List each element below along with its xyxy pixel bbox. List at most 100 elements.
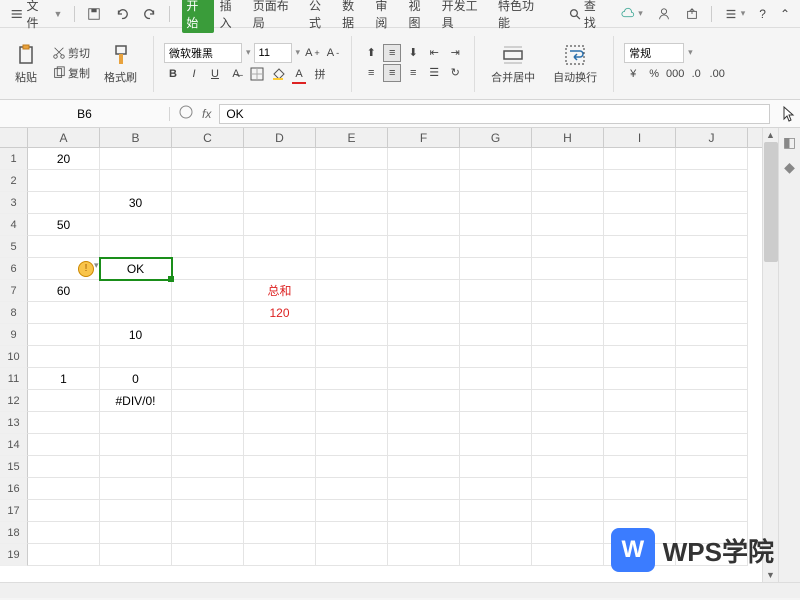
cell[interactable] <box>460 456 532 478</box>
cell[interactable] <box>172 434 244 456</box>
cell[interactable] <box>28 456 100 478</box>
row-header[interactable]: 15 <box>0 456 28 478</box>
cell[interactable] <box>316 324 388 346</box>
row-header[interactable]: 11 <box>0 368 28 390</box>
tab-view[interactable]: 视图 <box>404 0 435 33</box>
cell[interactable] <box>532 302 604 324</box>
tab-devtools[interactable]: 开发工具 <box>438 0 492 33</box>
error-dropdown-icon[interactable]: ▾ <box>94 260 99 271</box>
bold-button[interactable]: B <box>164 65 182 83</box>
cell[interactable] <box>316 170 388 192</box>
cell[interactable] <box>604 456 676 478</box>
increase-indent-button[interactable]: ⇥ <box>446 44 464 62</box>
cell[interactable] <box>604 346 676 368</box>
cell[interactable] <box>532 170 604 192</box>
tab-data[interactable]: 数据 <box>338 0 369 33</box>
tab-home[interactable]: 开始 <box>182 0 213 33</box>
cell[interactable] <box>244 544 316 566</box>
cell[interactable] <box>172 192 244 214</box>
cell[interactable] <box>388 170 460 192</box>
cell[interactable] <box>28 544 100 566</box>
cell[interactable] <box>316 412 388 434</box>
cell[interactable] <box>388 346 460 368</box>
copy-button[interactable]: 复制 <box>50 64 92 82</box>
cell[interactable] <box>532 522 604 544</box>
cell[interactable] <box>460 434 532 456</box>
user-button[interactable] <box>653 5 675 23</box>
cut-button[interactable]: 剪切 <box>50 44 92 62</box>
cell[interactable] <box>28 478 100 500</box>
cell[interactable]: 1 <box>28 368 100 390</box>
row-header[interactable]: 16 <box>0 478 28 500</box>
font-name-combo[interactable] <box>164 43 242 63</box>
cell[interactable]: 50 <box>28 214 100 236</box>
cell[interactable] <box>28 390 100 412</box>
share-button[interactable] <box>681 5 703 23</box>
cell[interactable] <box>460 346 532 368</box>
cell[interactable] <box>244 346 316 368</box>
cell[interactable] <box>244 258 316 280</box>
cell[interactable] <box>244 148 316 170</box>
cell[interactable] <box>28 192 100 214</box>
cell[interactable] <box>604 148 676 170</box>
cell[interactable] <box>604 258 676 280</box>
cell[interactable] <box>100 544 172 566</box>
cell[interactable] <box>316 500 388 522</box>
cell[interactable] <box>388 434 460 456</box>
formula-input[interactable] <box>219 104 770 124</box>
cell[interactable] <box>676 434 748 456</box>
cell[interactable] <box>460 170 532 192</box>
cell[interactable] <box>28 346 100 368</box>
format-painter-button[interactable]: 格式刷 <box>98 41 143 87</box>
side-panel-item[interactable]: ◧ <box>783 134 796 151</box>
cell[interactable] <box>28 412 100 434</box>
cell[interactable] <box>532 324 604 346</box>
cell[interactable] <box>676 324 748 346</box>
cell[interactable] <box>388 390 460 412</box>
insert-function-button[interactable] <box>178 104 194 123</box>
cell[interactable] <box>244 456 316 478</box>
cell[interactable] <box>676 368 748 390</box>
cell[interactable] <box>532 500 604 522</box>
cell[interactable] <box>604 236 676 258</box>
column-header[interactable]: D <box>244 128 316 147</box>
cell[interactable] <box>388 236 460 258</box>
row-header[interactable]: 1 <box>0 148 28 170</box>
decrease-decimal-button[interactable]: .00 <box>708 65 726 83</box>
cell[interactable] <box>604 434 676 456</box>
cell[interactable]: 30 <box>100 192 172 214</box>
cell[interactable] <box>316 522 388 544</box>
tab-insert[interactable]: 插入 <box>216 0 247 33</box>
select-all-corner[interactable] <box>0 128 28 147</box>
percent-button[interactable]: % <box>645 65 663 83</box>
justify-button[interactable]: ☰ <box>425 64 443 82</box>
cell[interactable] <box>244 412 316 434</box>
cell[interactable] <box>676 280 748 302</box>
cell[interactable] <box>172 522 244 544</box>
redo-button[interactable] <box>139 5 161 23</box>
cell[interactable] <box>172 346 244 368</box>
cell[interactable] <box>316 368 388 390</box>
decrease-font-button[interactable]: A- <box>325 46 341 60</box>
row-header[interactable]: 19 <box>0 544 28 566</box>
cell[interactable] <box>460 214 532 236</box>
row-header[interactable]: 3 <box>0 192 28 214</box>
error-indicator-icon[interactable]: ! <box>78 261 94 277</box>
cell[interactable] <box>532 192 604 214</box>
cell[interactable] <box>460 412 532 434</box>
decrease-indent-button[interactable]: ⇤ <box>425 44 443 62</box>
cell[interactable] <box>460 478 532 500</box>
cell[interactable] <box>100 522 172 544</box>
cell[interactable] <box>316 148 388 170</box>
italic-button[interactable]: I <box>185 65 203 83</box>
cell[interactable] <box>532 236 604 258</box>
cell[interactable] <box>532 148 604 170</box>
increase-decimal-button[interactable]: .0 <box>687 65 705 83</box>
vertical-scrollbar[interactable]: ▲ ▼ <box>762 128 778 582</box>
cell[interactable] <box>28 302 100 324</box>
cell[interactable] <box>244 500 316 522</box>
cell[interactable] <box>316 258 388 280</box>
cell[interactable] <box>676 478 748 500</box>
cell[interactable] <box>532 280 604 302</box>
row-header[interactable]: 14 <box>0 434 28 456</box>
